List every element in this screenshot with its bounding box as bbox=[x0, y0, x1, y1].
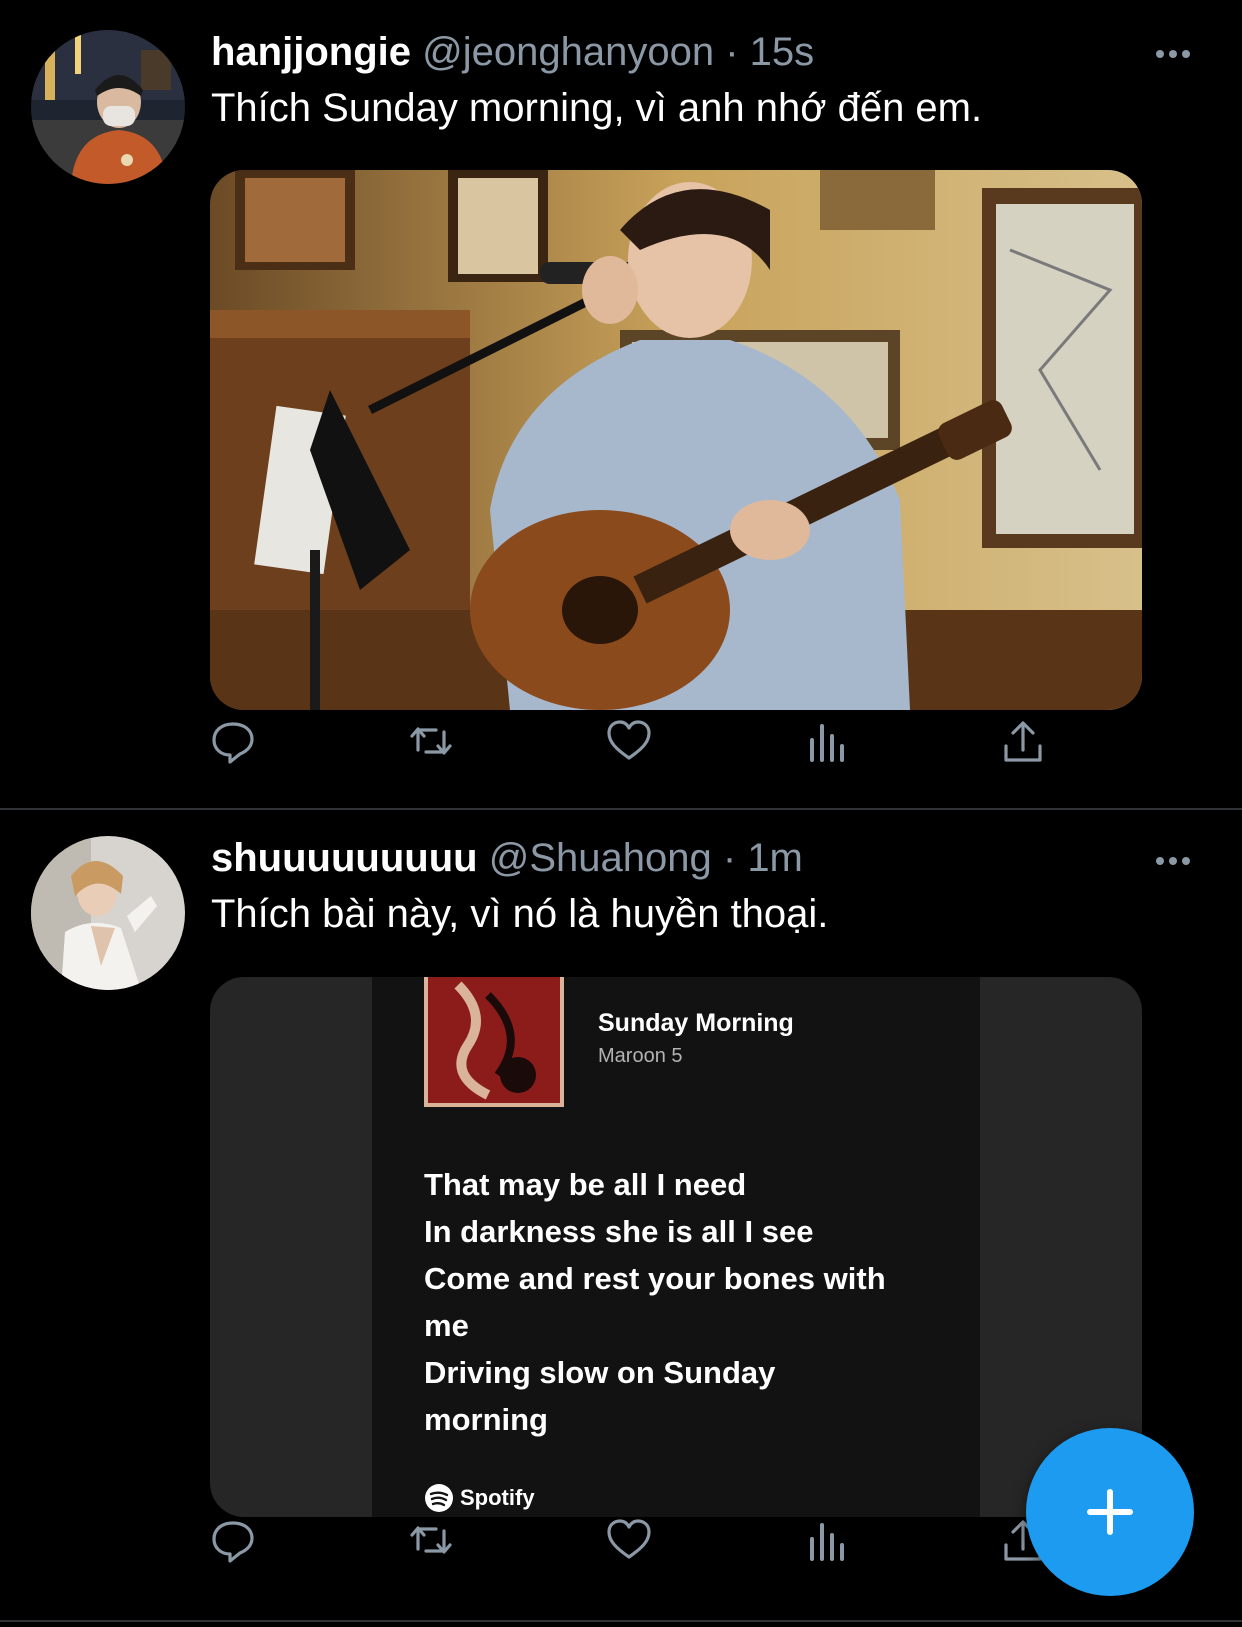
lyric-line: That may be all I need bbox=[424, 1167, 747, 1202]
reply-icon[interactable] bbox=[208, 716, 258, 766]
avatar[interactable] bbox=[31, 30, 185, 184]
more-icon[interactable] bbox=[1156, 44, 1204, 64]
divider bbox=[0, 1620, 1242, 1622]
lyric-line: Driving slow on Sunday bbox=[424, 1355, 776, 1390]
lyrics-card: Sunday Morning Maroon 5 That may be all … bbox=[372, 977, 980, 1517]
views-icon[interactable] bbox=[802, 1515, 852, 1565]
timestamp[interactable]: 1m bbox=[747, 836, 803, 880]
lyric-line: In darkness she is all I see bbox=[424, 1214, 814, 1249]
heart-icon[interactable] bbox=[604, 1515, 654, 1565]
display-name[interactable]: shuuuuuuuuu bbox=[211, 836, 478, 880]
lyric-line: morning bbox=[424, 1402, 548, 1437]
tweet-photo[interactable] bbox=[210, 170, 1142, 710]
avatar[interactable] bbox=[31, 836, 185, 990]
tweet[interactable]: hanjjongie @jeonghanyoon · 15s Thích Sun… bbox=[0, 0, 1242, 810]
tweet-media-lyrics[interactable]: Sunday Morning Maroon 5 That may be all … bbox=[210, 977, 1142, 1517]
spotify-icon bbox=[425, 1484, 453, 1512]
heart-icon[interactable] bbox=[604, 716, 654, 766]
lyrics-text: That may be all I need In darkness she i… bbox=[424, 1161, 944, 1443]
compose-button[interactable] bbox=[1026, 1428, 1194, 1596]
separator: · bbox=[722, 836, 737, 880]
lyric-line: me bbox=[424, 1308, 469, 1343]
tweet-actions bbox=[208, 716, 1088, 766]
reply-icon[interactable] bbox=[208, 1515, 258, 1565]
tweet-header: shuuuuuuuuu @Shuahong · 1m bbox=[211, 836, 803, 881]
song-title: Sunday Morning bbox=[598, 1009, 794, 1037]
tweet-text: Thích bài này, vì nó là huyền thoại. bbox=[211, 892, 829, 936]
spotify-logo: Spotify bbox=[424, 1483, 535, 1513]
spotify-label: Spotify bbox=[460, 1485, 535, 1510]
tweet-text: Thích Sunday morning, vì anh nhớ đến em. bbox=[211, 86, 983, 130]
song-artist: Maroon 5 bbox=[598, 1045, 683, 1067]
separator: · bbox=[725, 30, 739, 74]
plus-icon bbox=[1087, 1489, 1133, 1535]
user-handle[interactable]: @jeonghanyoon bbox=[422, 30, 714, 74]
retweet-icon[interactable] bbox=[406, 716, 456, 766]
more-icon[interactable] bbox=[1156, 851, 1204, 871]
tweet-actions bbox=[208, 1515, 1088, 1565]
share-icon[interactable] bbox=[998, 716, 1048, 766]
views-icon[interactable] bbox=[802, 716, 852, 766]
display-name[interactable]: hanjjongie bbox=[211, 30, 411, 74]
user-handle[interactable]: @Shuahong bbox=[489, 836, 712, 880]
album-cover bbox=[424, 977, 564, 1107]
tweet-header: hanjjongie @jeonghanyoon · 15s bbox=[211, 30, 814, 75]
timestamp[interactable]: 15s bbox=[750, 30, 815, 74]
divider bbox=[0, 808, 1242, 810]
lyric-line: Come and rest your bones with bbox=[424, 1261, 886, 1296]
retweet-icon[interactable] bbox=[406, 1515, 456, 1565]
